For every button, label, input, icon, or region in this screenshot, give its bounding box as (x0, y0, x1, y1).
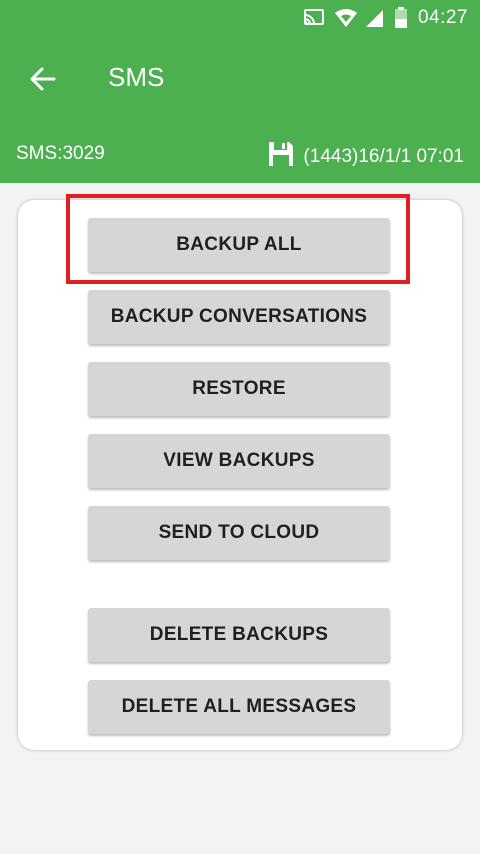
delete-backups-button[interactable]: DELETE BACKUPS (88, 608, 390, 662)
cast-icon (302, 8, 326, 28)
app-header: 04:27 SMS SMS:3029 (1443)16/1/1 07:01 (0, 0, 480, 183)
toolbar: SMS (0, 50, 480, 106)
highlight-box (66, 194, 410, 284)
status-bar: 04:27 (0, 0, 480, 36)
page-title: SMS (108, 62, 165, 92)
backup-conversations-button[interactable]: BACKUP CONVERSATIONS (88, 290, 390, 344)
view-backups-button[interactable]: VIEW BACKUPS (88, 434, 390, 488)
last-backup: (1443)16/1/1 07:01 (267, 140, 464, 174)
delete-all-messages-button[interactable]: DELETE ALL MESSAGES (88, 680, 390, 734)
battery-icon (394, 7, 408, 29)
save-icon (267, 140, 295, 174)
last-backup-text: (1443)16/1/1 07:01 (303, 146, 464, 167)
wifi-icon (334, 8, 358, 28)
signal-icon (364, 8, 384, 28)
status-icons: 04:27 (302, 6, 468, 30)
sms-count: SMS:3029 (16, 143, 105, 164)
back-arrow-icon[interactable] (26, 63, 58, 95)
restore-button[interactable]: RESTORE (88, 362, 390, 416)
send-to-cloud-button[interactable]: SEND TO CLOUD (88, 506, 390, 560)
info-bar: SMS:3029 (1443)16/1/1 07:01 (0, 137, 480, 169)
clock: 04:27 (417, 7, 468, 28)
